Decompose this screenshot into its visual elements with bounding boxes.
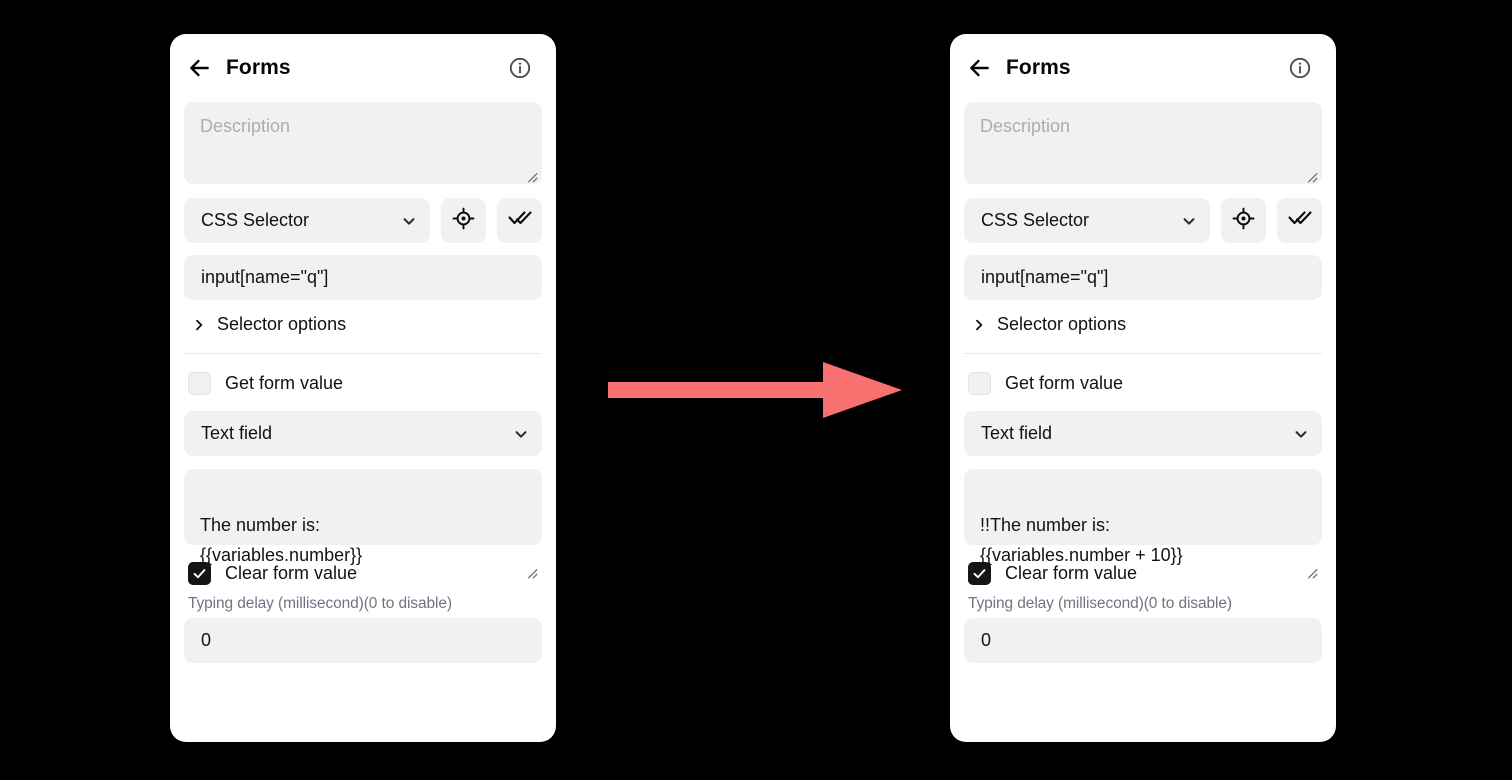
panel-header: Forms	[170, 34, 556, 102]
panel-body: Description CSS Selector input[name="q"]…	[170, 102, 556, 663]
page-title: Forms	[226, 56, 291, 79]
typing-delay-label: Typing delay (millisecond)(0 to disable)	[188, 595, 452, 612]
description-textarea[interactable]: Description	[964, 102, 1322, 184]
get-form-value-checkbox[interactable]	[188, 372, 211, 395]
typing-delay-input[interactable]: 0	[964, 618, 1322, 663]
description-textarea[interactable]: Description	[184, 102, 542, 184]
forms-panel-after: Forms Description CSS Selector input[nam…	[950, 34, 1336, 742]
value-textarea[interactable]: !!The number is: {{variables.number + 10…	[964, 469, 1322, 579]
selector-type-value: CSS Selector	[981, 210, 1090, 230]
arrow-left-icon[interactable]	[966, 55, 992, 81]
arrow-left-icon[interactable]	[186, 55, 212, 81]
info-circle-icon[interactable]	[1288, 56, 1312, 80]
selector-input[interactable]: input[name="q"]	[964, 255, 1322, 300]
selector-options-toggle[interactable]: Selector options	[964, 306, 1322, 343]
panel-body: Description CSS Selector input[name="q"]…	[950, 102, 1336, 663]
value-textarea[interactable]: The number is: {{variables.number}}	[184, 469, 542, 579]
field-type-select[interactable]: Text field	[964, 411, 1322, 456]
double-check-icon	[1287, 206, 1312, 235]
description-placeholder: Description	[980, 116, 1071, 136]
selector-type-select[interactable]: CSS Selector	[184, 198, 430, 243]
verify-selector-button[interactable]	[497, 198, 542, 243]
crosshair-target-icon	[1232, 207, 1255, 235]
value-textarea-content: !!The number is: {{variables.number + 10…	[980, 515, 1183, 565]
field-type-value: Text field	[201, 423, 273, 443]
description-placeholder: Description	[200, 116, 291, 136]
resize-handle-icon[interactable]	[524, 167, 538, 183]
page-title: Forms	[1006, 56, 1071, 79]
typing-delay-input[interactable]: 0	[184, 618, 542, 663]
forms-panel-before: Forms Description CSS Selector input[nam…	[170, 34, 556, 742]
field-type-select[interactable]: Text field	[184, 411, 542, 456]
element-picker-button[interactable]	[1221, 198, 1266, 243]
selector-type-row: CSS Selector	[184, 198, 542, 243]
element-picker-button[interactable]	[441, 198, 486, 243]
section-divider	[964, 353, 1322, 354]
get-form-value-checkbox[interactable]	[968, 372, 991, 395]
value-textarea-content: The number is: {{variables.number}}	[200, 515, 363, 565]
get-form-value-row[interactable]: Get form value	[964, 368, 1322, 399]
selector-options-toggle[interactable]: Selector options	[184, 306, 542, 343]
selector-options-label: Selector options	[217, 314, 347, 334]
chevron-down-icon	[1180, 212, 1198, 230]
info-circle-icon[interactable]	[508, 56, 532, 80]
chevron-right-icon	[192, 317, 206, 333]
section-divider	[184, 353, 542, 354]
crosshair-target-icon	[452, 207, 475, 235]
verify-selector-button[interactable]	[1277, 198, 1322, 243]
get-form-value-label: Get form value	[1005, 373, 1124, 393]
chevron-right-icon	[972, 317, 986, 333]
resize-handle-icon[interactable]	[1304, 167, 1318, 183]
panel-header: Forms	[950, 34, 1336, 102]
chevron-down-icon	[512, 425, 530, 443]
get-form-value-row[interactable]: Get form value	[184, 368, 542, 399]
typing-delay-label: Typing delay (millisecond)(0 to disable)	[968, 595, 1232, 612]
resize-handle-icon[interactable]	[524, 528, 538, 579]
double-check-icon	[507, 206, 532, 235]
transition-arrow	[608, 360, 904, 420]
arrow-right-icon	[608, 362, 902, 418]
chevron-down-icon	[400, 212, 418, 230]
selector-type-select[interactable]: CSS Selector	[964, 198, 1210, 243]
screenshot-stage: Forms Description CSS Selector input[nam…	[0, 0, 1512, 780]
get-form-value-label: Get form value	[225, 373, 344, 393]
chevron-down-icon	[1292, 425, 1310, 443]
field-type-value: Text field	[981, 423, 1053, 443]
selector-type-row: CSS Selector	[964, 198, 1322, 243]
selector-options-label: Selector options	[997, 314, 1127, 334]
resize-handle-icon[interactable]	[1304, 528, 1318, 579]
selector-type-value: CSS Selector	[201, 210, 310, 230]
selector-input[interactable]: input[name="q"]	[184, 255, 542, 300]
